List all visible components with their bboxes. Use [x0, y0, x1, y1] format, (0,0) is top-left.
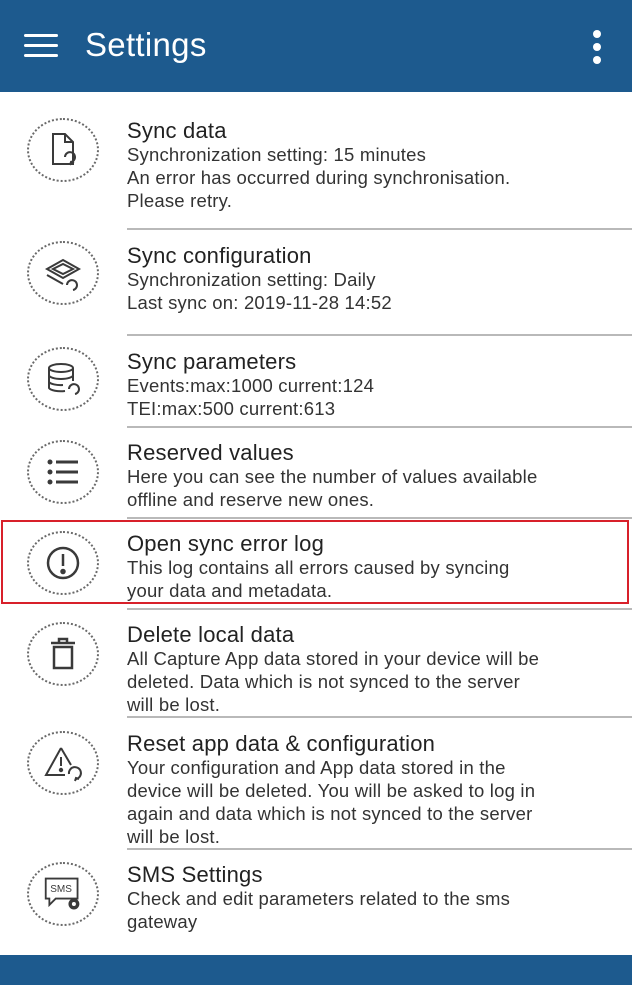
settings-item-desc-line: Last sync on: 2019-11-28 14:52: [127, 292, 392, 313]
settings-item-desc-line: your data and metadata.: [127, 580, 333, 601]
hamburger-icon[interactable]: [24, 34, 60, 60]
divider: [127, 334, 632, 336]
settings-item-reserved-values[interactable]: Reserved values Here you can see the num…: [0, 438, 632, 518]
list-icon: [27, 440, 99, 504]
settings-item-sms-settings[interactable]: SMS SMS Settings Check and edit paramete…: [0, 860, 632, 940]
settings-item-desc-line: offline and reserve new ones.: [127, 489, 375, 510]
settings-item-desc-line: Please retry.: [127, 190, 233, 211]
settings-item-text: Sync configuration Synchronization setti…: [127, 243, 612, 314]
settings-item-desc-line: TEI:max:500 current:613: [127, 398, 336, 419]
settings-item-title: Sync configuration: [127, 243, 312, 268]
settings-item-desc-line: This log contains all errors caused by s…: [127, 557, 510, 578]
error-icon: [27, 531, 99, 595]
settings-item-open-sync-error-log[interactable]: Open sync error log This log contains al…: [0, 529, 632, 607]
settings-item-desc-line: device will be deleted. You will be aske…: [127, 780, 536, 801]
sync-parameters-icon: [27, 347, 99, 411]
page-title: Settings: [85, 26, 207, 63]
settings-item-sync-data[interactable]: Sync data Synchronization setting: 15 mi…: [0, 116, 632, 226]
settings-item-delete-local-data[interactable]: Delete local data All Capture App data s…: [0, 620, 632, 716]
settings-item-text: Reserved values Here you can see the num…: [127, 440, 612, 511]
app-bar: Settings: [0, 0, 632, 92]
settings-item-text: Open sync error log This log contains al…: [127, 531, 612, 602]
divider: [127, 848, 632, 850]
settings-item-text: Sync data Synchronization setting: 15 mi…: [127, 118, 612, 212]
settings-item-desc-line: gateway: [127, 911, 198, 932]
settings-item-text: SMS Settings Check and edit parameters r…: [127, 862, 612, 933]
settings-item-reset-app-data[interactable]: Reset app data & configuration Your conf…: [0, 729, 632, 847]
settings-item-title: Reset app data & configuration: [127, 731, 436, 756]
settings-item-sync-parameters[interactable]: Sync parameters Events:max:1000 current:…: [0, 347, 632, 427]
reset-icon: [27, 731, 99, 795]
sync-data-icon: [27, 118, 99, 182]
settings-item-desc-line: deleted. Data which is not synced to the…: [127, 671, 520, 692]
settings-item-title: Sync data: [127, 118, 227, 143]
settings-item-desc-line: again and data which is not synced to th…: [127, 803, 533, 824]
settings-item-title: Open sync error log: [127, 531, 324, 556]
settings-item-desc-line: Events:max:1000 current:124: [127, 375, 375, 396]
divider: [127, 716, 632, 718]
settings-item-desc-line: An error has occurred during synchronisa…: [127, 167, 511, 188]
trash-icon: [27, 622, 99, 686]
divider: [127, 517, 632, 519]
divider: [127, 426, 632, 428]
settings-item-text: Reset app data & configuration Your conf…: [127, 731, 612, 848]
sms-settings-icon: SMS: [27, 862, 99, 926]
settings-item-desc-line: will be lost.: [127, 826, 221, 847]
settings-item-title: Delete local data: [127, 622, 295, 647]
settings-item-title: Sync parameters: [127, 349, 297, 374]
settings-item-text: Delete local data All Capture App data s…: [127, 622, 612, 716]
settings-item-desc-line: Your configuration and App data stored i…: [127, 757, 506, 778]
settings-item-desc-line: Synchronization setting: Daily: [127, 269, 376, 290]
sms-badge-text: SMS: [50, 884, 72, 895]
divider: [127, 228, 632, 230]
bottom-bar: [0, 955, 632, 985]
settings-item-desc-line: Here you can see the number of values av…: [127, 466, 538, 487]
divider: [127, 608, 632, 610]
settings-item-desc-line: Synchronization setting: 15 minutes: [127, 144, 427, 165]
sync-configuration-icon: [27, 241, 99, 305]
more-vert-icon[interactable]: [588, 30, 606, 64]
settings-item-desc-line: All Capture App data stored in your devi…: [127, 648, 540, 669]
settings-item-title: Reserved values: [127, 440, 294, 465]
settings-item-desc-line: will be lost.: [127, 694, 221, 715]
settings-item-text: Sync parameters Events:max:1000 current:…: [127, 349, 612, 420]
settings-item-sync-configuration[interactable]: Sync configuration Synchronization setti…: [0, 241, 632, 331]
settings-item-desc-line: Check and edit parameters related to the…: [127, 888, 511, 909]
settings-item-title: SMS Settings: [127, 862, 263, 887]
